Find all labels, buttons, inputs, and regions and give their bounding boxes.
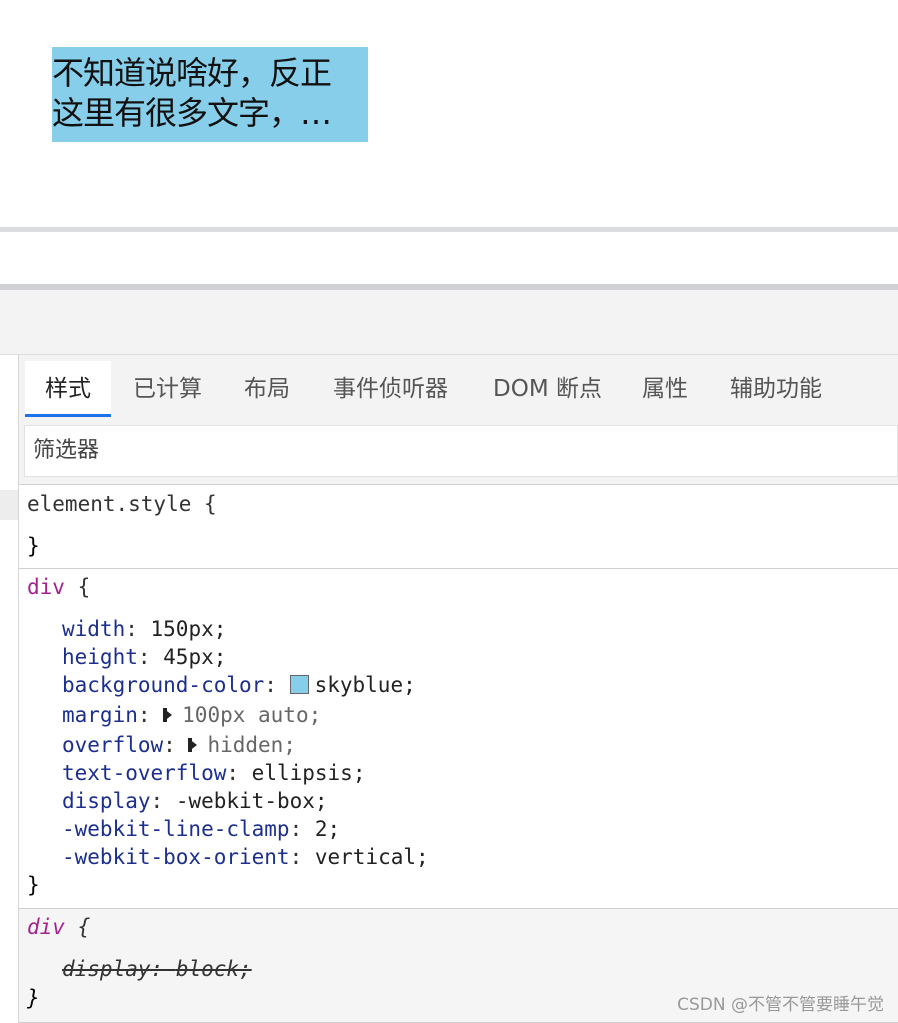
filter-input[interactable]: 筛选器 — [24, 425, 898, 477]
rule-div: div { width: 150px; height: 45px; backgr… — [19, 568, 898, 908]
property-name[interactable]: display — [62, 789, 151, 813]
rule-header: div { — [27, 573, 90, 601]
selector[interactable]: element.style — [27, 492, 191, 516]
rule-header: div { — [27, 913, 90, 941]
property-name[interactable]: overflow — [62, 733, 163, 757]
declaration[interactable]: overflow: hidden; — [62, 731, 296, 759]
property-value: block; — [175, 957, 252, 981]
filter-bar: 筛选器 — [19, 421, 898, 484]
selector: div — [27, 915, 65, 939]
property-value[interactable]: 45px; — [163, 645, 226, 669]
declaration[interactable]: -webkit-line-clamp: 2; — [62, 815, 340, 843]
devtools-toolbar — [0, 290, 898, 355]
declaration[interactable]: width: 150px; — [62, 615, 226, 643]
close-brace: } — [27, 534, 40, 558]
property-value[interactable]: ellipsis; — [252, 761, 366, 785]
declaration[interactable]: text-overflow: ellipsis; — [62, 759, 365, 787]
styles-tab-bar: 样式 已计算 布局 事件侦听器 DOM 断点 属性 辅助功能 — [19, 355, 898, 421]
rule-element-style: element.style { } — [19, 484, 898, 568]
tab-properties[interactable]: 属性 — [622, 361, 708, 417]
expand-triangle-icon[interactable] — [188, 738, 198, 752]
tab-computed[interactable]: 已计算 — [113, 361, 222, 417]
overridden-declaration: display: block; — [62, 957, 252, 981]
tab-layout[interactable]: 布局 — [224, 361, 310, 417]
declaration[interactable]: -webkit-box-orient: vertical; — [62, 843, 429, 871]
property-value[interactable]: 150px; — [151, 617, 227, 641]
rule-header: element.style { — [27, 490, 217, 518]
preview-line-2: 这里有很多文字，… — [52, 94, 332, 132]
close-brace: } — [27, 986, 40, 1010]
gutter-highlight — [0, 490, 18, 520]
tab-dom-breakpoints[interactable]: DOM 断点 — [473, 361, 622, 417]
page-preview: 不知道说啥好，反正 这里有很多文字，… — [0, 0, 898, 227]
declaration[interactable]: display: -webkit-box; — [62, 787, 328, 815]
property-name[interactable]: margin — [62, 703, 138, 727]
property-value[interactable]: vertical; — [315, 845, 429, 869]
tab-styles[interactable]: 样式 — [25, 361, 111, 417]
property-value[interactable]: skyblue; — [315, 673, 416, 697]
declaration[interactable]: background-color: skyblue; — [62, 671, 416, 699]
clamped-text-box: 不知道说啥好，反正 这里有很多文字，… — [52, 47, 368, 142]
tab-event-listeners[interactable]: 事件侦听器 — [313, 361, 468, 417]
expand-triangle-icon[interactable] — [163, 708, 173, 722]
open-brace: { — [77, 915, 91, 939]
property-value[interactable]: hidden; — [207, 733, 296, 757]
empty-bar — [0, 232, 898, 284]
property-value[interactable]: 100px auto; — [182, 703, 321, 727]
declaration[interactable]: margin: 100px auto; — [62, 701, 321, 729]
open-brace: { — [204, 492, 217, 516]
property-name[interactable]: width — [62, 617, 125, 641]
declaration[interactable]: height: 45px; — [62, 643, 226, 671]
property-name[interactable]: text-overflow — [62, 761, 226, 785]
open-brace: { — [77, 575, 91, 599]
property-name[interactable]: height — [62, 645, 138, 669]
color-swatch-icon[interactable] — [289, 675, 309, 694]
styles-gutter — [0, 355, 19, 1023]
watermark: CSDN @不管不管要睡午觉 — [677, 995, 884, 1015]
close-brace: } — [27, 873, 40, 897]
property-name: display — [62, 957, 151, 981]
selector[interactable]: div — [27, 575, 65, 599]
property-value[interactable]: 2; — [315, 817, 340, 841]
property-name[interactable]: -webkit-line-clamp — [62, 817, 290, 841]
tab-accessibility[interactable]: 辅助功能 — [710, 361, 842, 417]
devtools-window: 不知道说啥好，反正 这里有很多文字，… 样式 已计算 布局 事件侦听器 DOM … — [0, 0, 898, 1023]
property-name[interactable]: -webkit-box-orient — [62, 845, 290, 869]
property-value[interactable]: -webkit-box; — [176, 789, 328, 813]
preview-line-1: 不知道说啥好，反正 — [52, 54, 332, 92]
property-name[interactable]: background-color — [62, 673, 264, 697]
